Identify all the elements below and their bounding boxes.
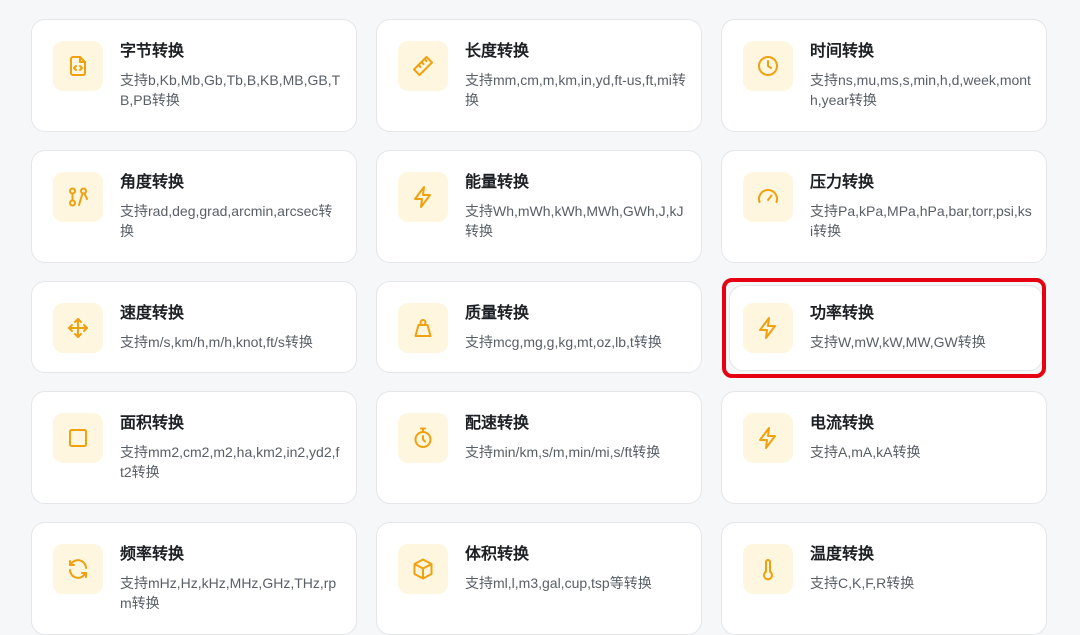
card-description: 支持ns,mu,ms,s,min,h,d,week,month,year转换: [810, 72, 1031, 108]
stopwatch-icon: [398, 413, 448, 463]
card-title: 体积转换: [465, 546, 530, 563]
lightning-icon: [398, 172, 448, 222]
lightning-icon: [743, 303, 793, 353]
square-icon: [53, 413, 103, 463]
card-title: 频率转换: [120, 546, 185, 563]
move-arrows-icon: [53, 303, 103, 353]
card-title: 时间转换: [810, 43, 875, 60]
card-area-convert[interactable]: 面积转换 支持mm2,cm2,m2,ha,km2,in2,yd2,ft2转换: [31, 391, 357, 504]
file-code-icon: [53, 41, 103, 91]
card-temperature-convert[interactable]: 温度转换 支持C,K,F,R转换: [721, 522, 1047, 635]
card-description: 支持W,mW,kW,MW,GW转换: [810, 334, 986, 350]
card-description: 支持Pa,kPa,MPa,hPa,bar,torr,psi,ksi转换: [810, 203, 1032, 239]
card-angle-convert[interactable]: 角度转换 支持rad,deg,grad,arcmin,arcsec转换: [31, 150, 357, 263]
card-title: 配速转换: [465, 415, 530, 432]
card-description: 支持mcg,mg,g,kg,mt,oz,lb,t转换: [465, 334, 662, 350]
card-description: 支持mm,cm,m,km,in,yd,ft-us,ft,mi转换: [465, 72, 686, 108]
card-mass-convert[interactable]: 质量转换 支持mcg,mg,g,kg,mt,oz,lb,t转换: [376, 281, 702, 373]
card-title: 温度转换: [810, 546, 875, 563]
card-power-convert[interactable]: 功率转换 支持W,mW,kW,MW,GW转换: [722, 278, 1046, 378]
card-description: 支持rad,deg,grad,arcmin,arcsec转换: [120, 203, 333, 239]
card-current-convert[interactable]: 电流转换 支持A,mA,kA转换: [721, 391, 1047, 504]
converter-grid: 字节转换 支持b,Kb,Mb,Gb,Tb,B,KB,MB,GB,TB,PB转换 …: [0, 0, 1080, 635]
card-title: 功率转换: [810, 305, 875, 322]
card-title: 能量转换: [465, 174, 530, 191]
card-description: 支持Wh,mWh,kWh,MWh,GWh,J,kJ转换: [465, 203, 684, 239]
card-description: 支持m/s,km/h,m/h,knot,ft/s转换: [120, 334, 313, 350]
card-description: 支持ml,l,m3,gal,cup,tsp等转换: [465, 575, 652, 591]
card-byte-convert[interactable]: 字节转换 支持b,Kb,Mb,Gb,Tb,B,KB,MB,GB,TB,PB转换: [31, 19, 357, 132]
card-description: 支持mHz,Hz,kHz,MHz,GHz,THz,rpm转换: [120, 575, 337, 611]
card-title: 面积转换: [120, 415, 185, 432]
card-description: 支持C,K,F,R转换: [810, 575, 915, 591]
card-pace-convert[interactable]: 配速转换 支持min/km,s/m,min/mi,s/ft转换: [376, 391, 702, 504]
card-title: 字节转换: [120, 43, 185, 60]
card-description: 支持A,mA,kA转换: [810, 444, 921, 460]
card-title: 角度转换: [120, 174, 185, 191]
card-description: 支持b,Kb,Mb,Gb,Tb,B,KB,MB,GB,TB,PB转换: [120, 72, 341, 108]
ruler-icon: [398, 41, 448, 91]
card-title: 速度转换: [120, 305, 185, 322]
card-description: 支持mm2,cm2,m2,ha,km2,in2,yd2,ft2转换: [120, 444, 340, 480]
weight-icon: [398, 303, 448, 353]
card-title: 质量转换: [465, 305, 530, 322]
card-title: 电流转换: [810, 415, 875, 432]
thermometer-icon: [743, 544, 793, 594]
card-energy-convert[interactable]: 能量转换 支持Wh,mWh,kWh,MWh,GWh,J,kJ转换: [376, 150, 702, 263]
cube-icon: [398, 544, 448, 594]
card-title: 长度转换: [465, 43, 530, 60]
card-time-convert[interactable]: 时间转换 支持ns,mu,ms,s,min,h,d,week,month,yea…: [721, 19, 1047, 132]
card-pressure-convert[interactable]: 压力转换 支持Pa,kPa,MPa,hPa,bar,torr,psi,ksi转换: [721, 150, 1047, 263]
compass-icon: [53, 172, 103, 222]
card-description: 支持min/km,s/m,min/mi,s/ft转换: [465, 444, 661, 460]
lightning-icon: [743, 413, 793, 463]
card-title: 压力转换: [810, 174, 875, 191]
card-volume-convert[interactable]: 体积转换 支持ml,l,m3,gal,cup,tsp等转换: [376, 522, 702, 635]
card-length-convert[interactable]: 长度转换 支持mm,cm,m,km,in,yd,ft-us,ft,mi转换: [376, 19, 702, 132]
card-speed-convert[interactable]: 速度转换 支持m/s,km/h,m/h,knot,ft/s转换: [31, 281, 357, 373]
clock-icon: [743, 41, 793, 91]
refresh-icon: [53, 544, 103, 594]
gauge-icon: [743, 172, 793, 222]
card-frequency-convert[interactable]: 频率转换 支持mHz,Hz,kHz,MHz,GHz,THz,rpm转换: [31, 522, 357, 635]
